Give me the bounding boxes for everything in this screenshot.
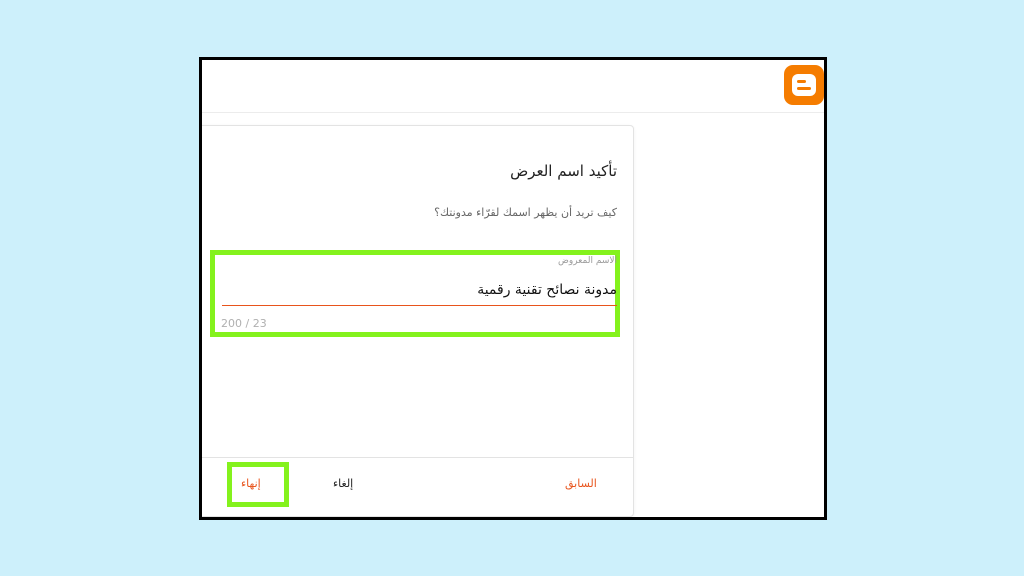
top-bar [202,60,824,113]
cancel-button[interactable]: إلغاء [333,477,353,490]
dialog-description: كيف تريد أن يظهر اسمك لقرّاء مدونتك؟ [434,206,617,219]
display-name-dialog: تأكيد اسم العرض كيف تريد أن يظهر اسمك لق… [202,125,634,517]
finish-button[interactable]: إنهاء [241,477,261,490]
blogger-logo-icon[interactable] [784,65,824,105]
display-name-input[interactable]: مدونة نصائح تقنية رقمية [477,282,617,298]
blogger-b-line-bottom [797,87,811,90]
input-underline [222,305,617,306]
blogger-b-shape [792,74,816,96]
back-button[interactable]: السابق [565,477,597,490]
browser-frame: تأكيد اسم العرض كيف تريد أن يظهر اسمك لق… [199,57,827,520]
blogger-b-line-top [797,80,806,83]
display-name-label: الاسم المعروض [557,256,617,266]
dialog-title: تأكيد اسم العرض [510,162,617,180]
dialog-footer: إنهاء إلغاء السابق [202,457,633,516]
character-counter: 200 / 23 [221,317,267,330]
